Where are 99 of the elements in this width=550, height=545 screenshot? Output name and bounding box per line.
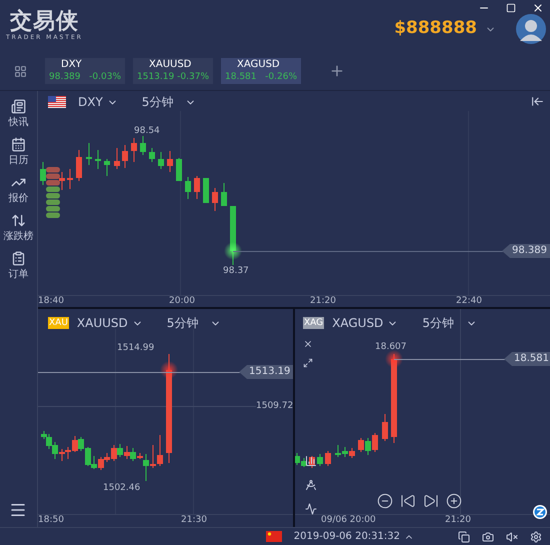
time-label: 21:20 bbox=[310, 296, 336, 307]
menu-icon[interactable] bbox=[9, 501, 27, 519]
candlestick bbox=[140, 136, 146, 155]
skip-back-icon[interactable] bbox=[400, 493, 416, 509]
price-label: 1509.72 bbox=[256, 401, 293, 412]
quote-symbol: XAGUSD bbox=[236, 59, 281, 71]
candlestick bbox=[122, 145, 128, 168]
sidebar-item[interactable]: 报价 bbox=[8, 175, 28, 204]
time-label: 20:00 bbox=[169, 296, 195, 307]
price-tag: 1513.19 bbox=[239, 365, 293, 379]
candlestick bbox=[158, 152, 164, 169]
mute-icon[interactable] bbox=[506, 530, 518, 542]
sidebar-item[interactable]: 快讯 bbox=[8, 99, 28, 128]
close-icon[interactable] bbox=[532, 2, 544, 14]
quote-price: 98.389 bbox=[49, 71, 80, 83]
price-tag: 18.581 bbox=[504, 352, 550, 366]
candlestick bbox=[167, 151, 173, 172]
candlestick bbox=[59, 172, 65, 190]
time-label: 22:40 bbox=[456, 296, 482, 307]
candlestick bbox=[86, 143, 92, 165]
add-icon[interactable] bbox=[329, 63, 345, 79]
interval-dropdown[interactable]: 5分钟 bbox=[142, 93, 196, 111]
us-flag-icon bbox=[48, 96, 66, 108]
candlestick bbox=[40, 162, 46, 185]
candlestick bbox=[114, 148, 120, 169]
compass-icon[interactable] bbox=[305, 479, 317, 491]
clipboard-icon bbox=[11, 251, 26, 266]
price-label: 18.607 bbox=[375, 342, 406, 353]
close-icon[interactable] bbox=[303, 339, 313, 349]
symbol-dropdown[interactable]: XAUUSD bbox=[76, 314, 143, 332]
candlestick bbox=[325, 451, 331, 466]
candlestick bbox=[194, 176, 200, 199]
candlestick bbox=[131, 138, 137, 162]
expand-icon[interactable] bbox=[303, 358, 313, 368]
account-balance: $888888 bbox=[394, 17, 477, 40]
candlestick bbox=[382, 414, 388, 441]
zoom-in-icon[interactable] bbox=[446, 493, 462, 509]
candlestick bbox=[176, 158, 182, 181]
quote-symbol: DXY bbox=[60, 59, 83, 71]
candlestick bbox=[317, 454, 323, 466]
zoom-out-icon[interactable] bbox=[377, 493, 393, 509]
windows-icon[interactable] bbox=[458, 530, 470, 542]
maximize-icon[interactable] bbox=[506, 3, 516, 13]
price-tag: 98.389 bbox=[502, 244, 550, 258]
candlestick bbox=[95, 150, 101, 169]
quote-tab[interactable]: XAGUSD 18.581 -0.26% bbox=[221, 58, 301, 84]
time-label: 21:30 bbox=[181, 515, 207, 526]
price-label: 1514.99 bbox=[117, 343, 154, 354]
calendar-icon bbox=[11, 137, 26, 152]
price-label: 98.54 bbox=[134, 126, 160, 137]
quote-tab[interactable]: DXY 98.389 -0.03% bbox=[45, 58, 125, 84]
app-logo: 交易侠 bbox=[10, 10, 79, 34]
quote-tab[interactable]: XAUUSD 1513.19 -0.37% bbox=[133, 58, 213, 84]
quote-change: -0.37% bbox=[177, 71, 209, 83]
interval-dropdown[interactable]: 5分钟 bbox=[166, 314, 222, 332]
candlestick bbox=[203, 178, 209, 203]
quote-price: 1513.19 bbox=[137, 71, 174, 83]
status-datetime: 2019-09-06 20:31:32 bbox=[294, 530, 400, 544]
camera-icon[interactable] bbox=[482, 530, 494, 542]
candlestick bbox=[185, 177, 191, 199]
bar-chart-icon[interactable] bbox=[305, 455, 317, 467]
skip-forward-icon[interactable] bbox=[423, 493, 439, 509]
price-glow bbox=[385, 350, 403, 368]
candlestick bbox=[76, 150, 82, 181]
quote-price: 18.581 bbox=[225, 71, 256, 83]
candlestick bbox=[104, 159, 110, 176]
interval-dropdown[interactable]: 5分钟 bbox=[422, 314, 477, 332]
quote-change: -0.26% bbox=[265, 71, 297, 83]
price-glow bbox=[224, 242, 242, 260]
china-flag-icon bbox=[266, 531, 282, 542]
grid-icon[interactable] bbox=[14, 64, 27, 78]
settings-icon[interactable] bbox=[530, 530, 542, 542]
order-book-drawing bbox=[46, 167, 60, 221]
newspaper-icon bbox=[11, 99, 26, 114]
time-label: 09/06 20:00 bbox=[321, 515, 376, 526]
sidebar-item[interactable]: 涨跌榜 bbox=[4, 213, 34, 242]
price-label: 98.37 bbox=[223, 266, 249, 277]
sidebar-item[interactable]: 订单 bbox=[8, 251, 28, 280]
symbol-dropdown[interactable]: XAGUSD bbox=[332, 314, 398, 332]
symbol-badge: XAU bbox=[48, 317, 69, 329]
candlestick bbox=[149, 148, 155, 162]
quote-symbol: XAUUSD bbox=[148, 59, 192, 71]
candlestick bbox=[67, 169, 73, 189]
quote-change: -0.03% bbox=[89, 71, 121, 83]
symbol-dropdown[interactable]: DXY bbox=[78, 93, 118, 111]
logo-icon bbox=[533, 505, 547, 519]
time-label: 18:50 bbox=[38, 515, 64, 526]
avatar[interactable] bbox=[516, 14, 546, 44]
symbol-badge: XAG bbox=[303, 317, 324, 329]
candlestick bbox=[221, 183, 227, 206]
pulse-icon[interactable] bbox=[305, 503, 317, 515]
sidebar-item[interactable]: 日历 bbox=[8, 137, 28, 166]
time-label: 18:40 bbox=[38, 296, 64, 307]
up-down-arrows-icon bbox=[11, 213, 26, 228]
time-label: 21:20 bbox=[445, 515, 471, 526]
price-glow bbox=[160, 361, 178, 379]
collapse-panel-icon[interactable] bbox=[531, 95, 544, 108]
price-label: 1502.46 bbox=[103, 483, 140, 494]
candlestick bbox=[212, 188, 218, 211]
